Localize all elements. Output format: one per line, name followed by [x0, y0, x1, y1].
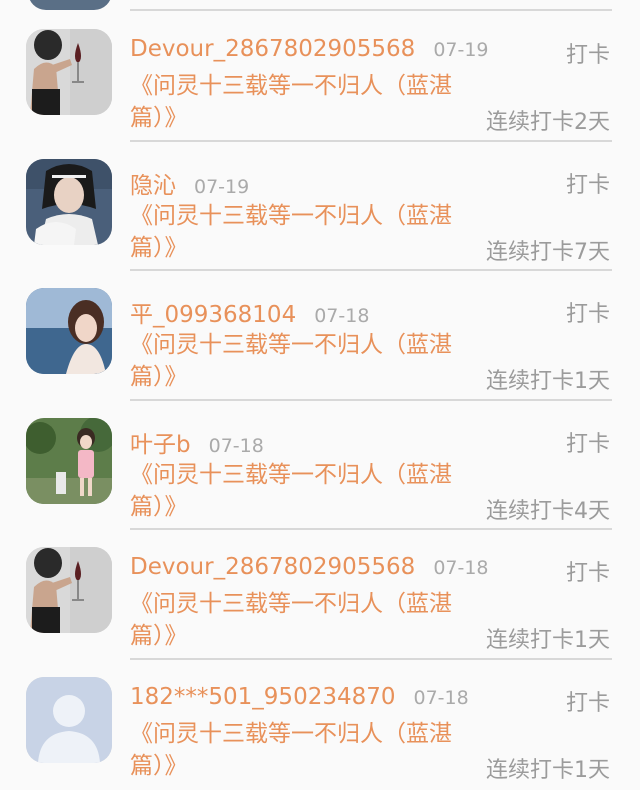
- name-line: Devour_2867802905568 07-19: [130, 36, 489, 66]
- seaside-portrait-photo-icon: [26, 288, 112, 375]
- post-date: 07-18: [413, 686, 469, 709]
- username[interactable]: 平_099368104: [130, 295, 296, 329]
- book-title[interactable]: 《问灵十三载等一不归人（蓝湛篇）》: [130, 70, 460, 134]
- post-date: 07-19: [433, 39, 489, 61]
- username[interactable]: Devour_2867802905568: [130, 36, 415, 62]
- book-title[interactable]: 《问灵十三载等一不归人（蓝湛篇）》: [130, 588, 460, 652]
- wine-glass-photo-icon: [26, 29, 112, 115]
- name-line: Devour_2867802905568 07-18: [130, 554, 489, 584]
- checkin-label: 打卡: [565, 561, 610, 587]
- book-title[interactable]: 《问灵十三载等一不归人（蓝湛篇）》: [130, 459, 460, 523]
- name-line: 隐沁 07-19: [130, 166, 250, 199]
- name-line: 叶子b 07-18: [130, 425, 264, 458]
- name-line: 平_099368104 07-18: [130, 295, 370, 328]
- streak-count: 连续打卡1天: [486, 628, 610, 654]
- book-title[interactable]: 《问灵十三载等一不归人（蓝湛篇）》: [130, 200, 460, 264]
- checkin-label: 打卡: [565, 690, 610, 716]
- post-date: 07-19: [194, 175, 250, 198]
- default-user-silhouette-icon: [26, 676, 112, 763]
- post-date: 07-18: [208, 434, 264, 457]
- row-divider: [130, 9, 612, 11]
- previous-avatar: [28, 0, 112, 10]
- avatar[interactable]: [26, 547, 112, 634]
- checkin-label: 打卡: [565, 43, 610, 68]
- name-line: 182***501_950234870 07-18: [130, 684, 469, 714]
- list-item[interactable]: 隐沁 07-19 打卡 《问灵十三载等一不归人（蓝湛篇）》 连续打卡7天: [0, 142, 640, 272]
- streak-count: 连续打卡7天: [486, 239, 610, 265]
- streak-count: 连续打卡2天: [486, 110, 610, 135]
- streak-count: 连续打卡4天: [486, 498, 610, 524]
- checkin-label: 打卡: [565, 172, 610, 198]
- book-title[interactable]: 《问灵十三载等一不归人（蓝湛篇）》: [130, 329, 460, 393]
- avatar[interactable]: [26, 158, 112, 245]
- post-date: 07-18: [314, 305, 370, 328]
- username[interactable]: 叶子b: [130, 425, 191, 459]
- list-item[interactable]: 叶子b 07-18 打卡 《问灵十三载等一不归人（蓝湛篇）》 连续打卡4天: [0, 401, 640, 531]
- avatar[interactable]: [26, 288, 112, 375]
- checkin-label: 打卡: [565, 431, 610, 457]
- previous-row-stub: [0, 0, 640, 12]
- book-title[interactable]: 《问灵十三载等一不归人（蓝湛篇）》: [130, 718, 460, 782]
- garden-girl-photo-icon: [26, 417, 112, 504]
- username[interactable]: Devour_2867802905568: [130, 554, 415, 580]
- streak-count: 连续打卡1天: [486, 757, 610, 783]
- username[interactable]: 182***501_950234870: [130, 684, 396, 710]
- avatar[interactable]: [26, 417, 112, 504]
- avatar[interactable]: [26, 29, 112, 115]
- username[interactable]: 隐沁: [130, 166, 176, 200]
- avatar[interactable]: [26, 676, 112, 763]
- streak-count: 连续打卡1天: [486, 369, 610, 395]
- list-item[interactable]: Devour_2867802905568 07-19 打卡 《问灵十三载等一不归…: [0, 12, 640, 142]
- checkin-feed: Devour_2867802905568 07-19 打卡 《问灵十三载等一不归…: [0, 12, 640, 790]
- wine-glass-photo-icon: [26, 547, 112, 634]
- list-item[interactable]: 平_099368104 07-18 打卡 《问灵十三载等一不归人（蓝湛篇）》 连…: [0, 271, 640, 401]
- post-date: 07-18: [433, 557, 489, 580]
- costume-portrait-photo-icon: [26, 158, 112, 245]
- checkin-label: 打卡: [565, 302, 610, 328]
- list-item[interactable]: Devour_2867802905568 07-18 打卡 《问灵十三载等一不归…: [0, 530, 640, 660]
- list-item[interactable]: 182***501_950234870 07-18 打卡 《问灵十三载等一不归人…: [0, 660, 640, 790]
